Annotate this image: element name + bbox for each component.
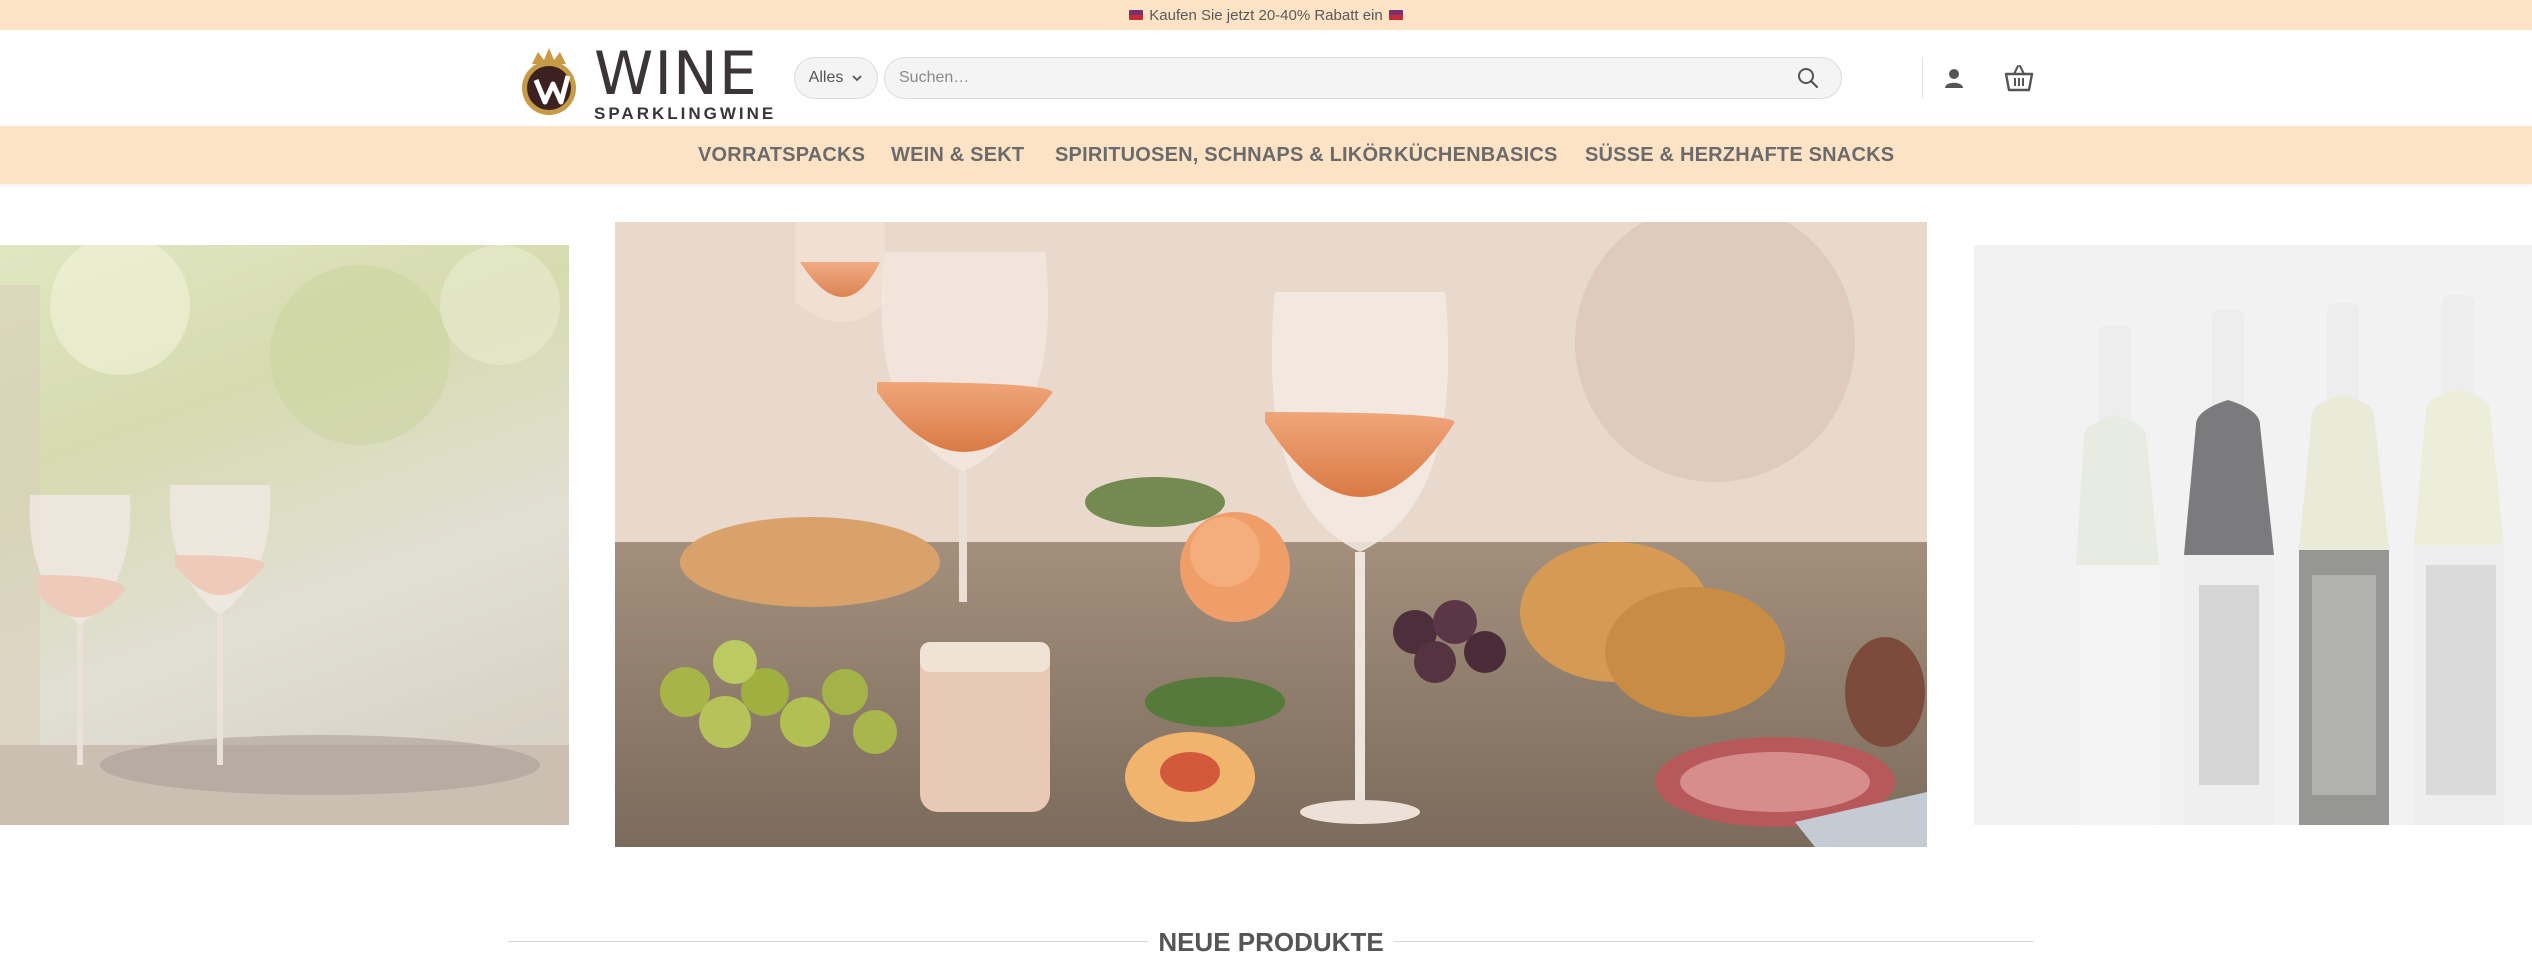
category-select-value: Alles <box>808 69 844 86</box>
nav-item-vorratspacks[interactable]: VORRATSPACKS <box>698 126 865 184</box>
hero-slider[interactable] <box>0 185 2532 885</box>
logo-subtitle: SPARKLINGWINE <box>594 104 777 123</box>
slide-image <box>2076 295 2504 825</box>
promo-bar: Kaufen Sie jetzt 20-40% Rabatt ein <box>0 0 2532 30</box>
nav-item-snacks[interactable]: SÜSSE & HERZHAFTE SNACKS <box>1585 126 1894 184</box>
chevron-down-icon <box>852 75 862 82</box>
flag-icon <box>1129 10 1144 20</box>
basket-icon <box>2004 65 2034 92</box>
nav-item-kuechenbasics[interactable]: KÜCHENBASICS <box>1394 126 1558 184</box>
promo-text: Kaufen Sie jetzt 20-40% Rabatt ein <box>1149 6 1383 24</box>
category-select[interactable]: Alles <box>794 57 878 99</box>
section-title: NEUE PRODUKTE <box>1158 927 1384 957</box>
header-divider <box>1922 58 1923 98</box>
slide-image <box>615 222 1927 847</box>
user-icon <box>1945 69 1963 88</box>
nav-item-spirituosen[interactable]: SPIRITUOSEN, SCHNAPS & LIKÖR <box>1055 126 1393 184</box>
flag-icon <box>1388 10 1403 20</box>
search-bar: Alles <box>794 57 1842 99</box>
slide-image <box>0 245 569 825</box>
search-input[interactable] <box>884 57 1842 99</box>
site-header: WINE SPARKLINGWINE Alles <box>0 30 2532 126</box>
slide-young-poets-bottles[interactable] <box>1974 245 2532 825</box>
search-button[interactable] <box>1794 65 1822 91</box>
logo-word: WINE <box>594 39 758 109</box>
site-logo[interactable]: WINE SPARKLINGWINE <box>508 36 773 124</box>
cart-button[interactable] <box>2002 62 2036 94</box>
slide-rose-wine-picnic[interactable] <box>615 222 1927 847</box>
account-button[interactable] <box>1940 64 1968 92</box>
nav-item-wein-sekt[interactable]: WEIN & SEKT <box>891 126 1024 184</box>
search-icon <box>1798 68 1819 89</box>
section-heading: NEUE PRODUKTE <box>508 920 2034 964</box>
main-nav: VORRATSPACKS WEIN & SEKT SPIRITUOSEN, SC… <box>0 126 2532 184</box>
slide-rose-glasses-vineyard[interactable] <box>0 245 569 825</box>
logo-badge-icon <box>522 48 576 115</box>
